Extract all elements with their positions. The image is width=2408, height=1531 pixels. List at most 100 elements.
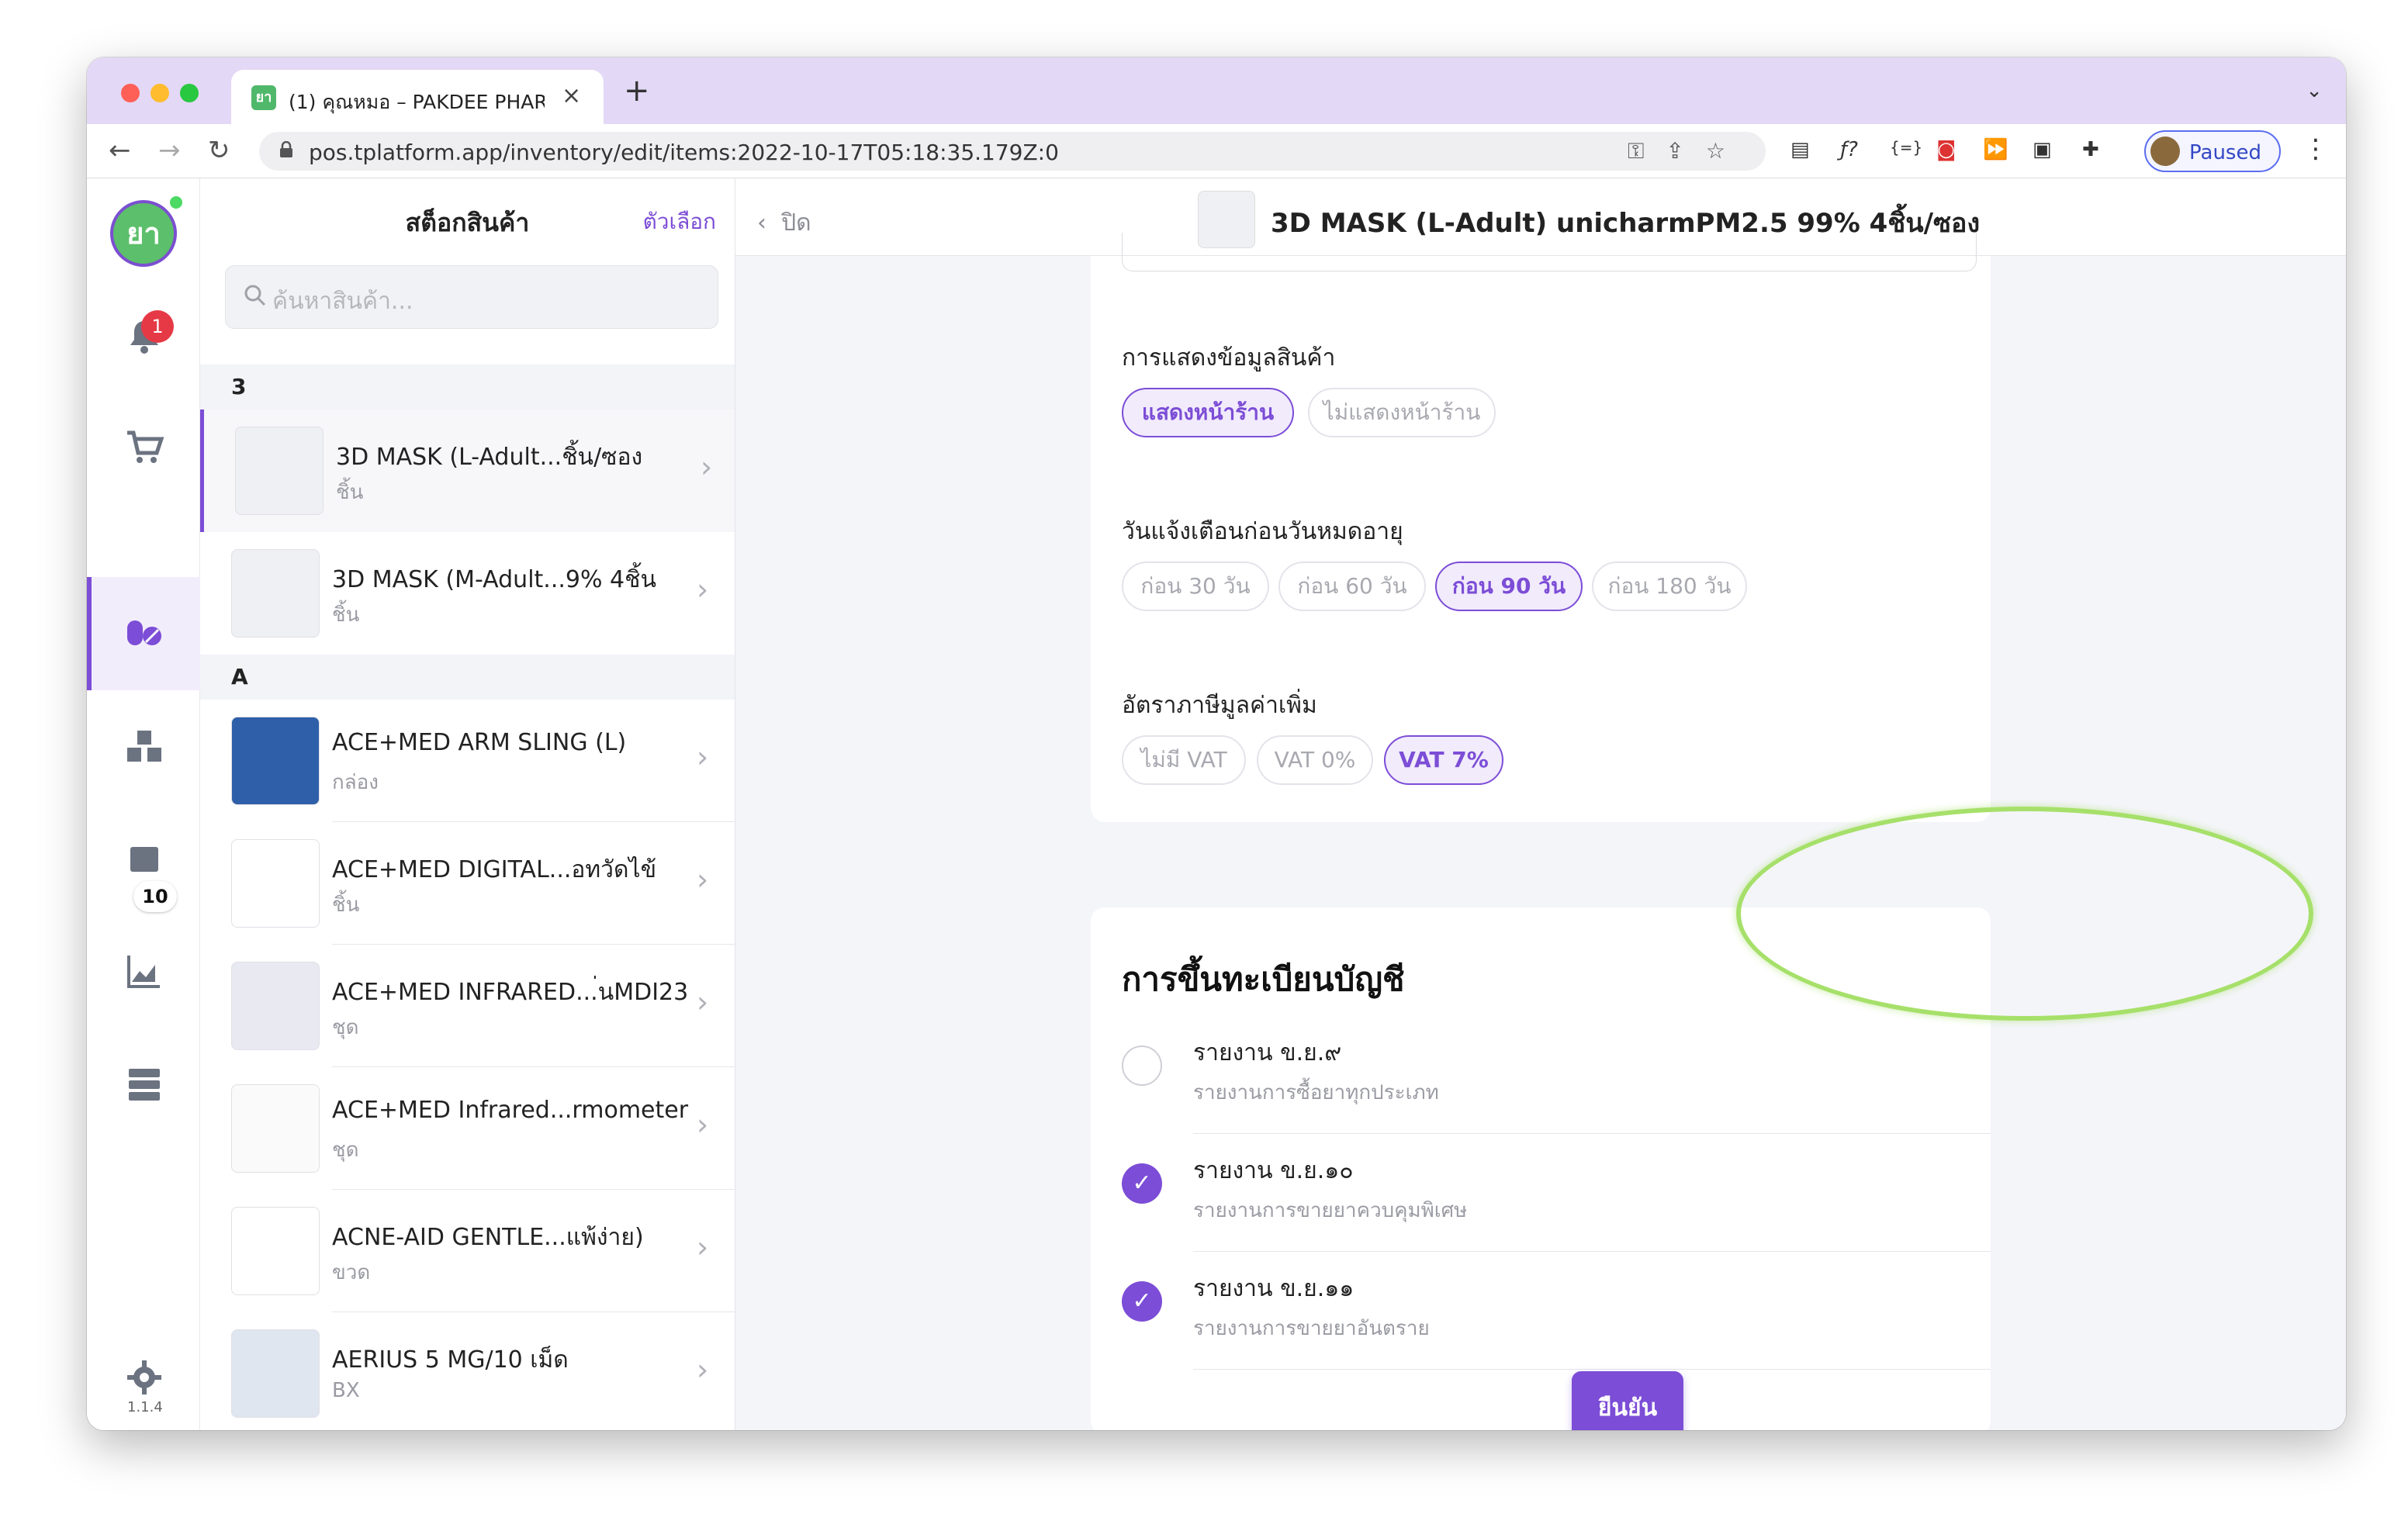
chevron-right-icon: › (697, 985, 709, 1019)
minimize-window-button[interactable] (150, 84, 169, 102)
boxes-icon[interactable] (124, 726, 164, 766)
item-name: ACE+MED Infrared...rmometer (332, 1097, 689, 1124)
tab-close-icon[interactable]: × (562, 82, 581, 109)
search-input[interactable]: ค้นหาสินค้า... (225, 265, 718, 329)
address-bar[interactable]: pos.tplatform.app/inventory/edit/items:2… (259, 132, 1766, 171)
list-item[interactable]: ACE+MED DIGITAL...อทวัดไข้ ชิ้น › (200, 822, 735, 945)
avatar (2150, 137, 2180, 166)
expiry-option-60[interactable]: ก่อน 60 วัน (1278, 562, 1426, 611)
url-text: pos.tplatform.app/inventory/edit/items:2… (309, 140, 1059, 165)
archive-icon[interactable] (124, 836, 164, 876)
registration-title-ky9: รายงาน ข.ย.๙ (1193, 1039, 1342, 1066)
product-thumbnail (231, 962, 320, 1050)
product-thumbnail (231, 1207, 320, 1295)
chart-icon[interactable] (124, 951, 164, 991)
display-option-show[interactable]: แสดงหน้าร้าน (1122, 388, 1294, 437)
search-placeholder: ค้นหาสินค้า... (272, 288, 413, 315)
list-item[interactable]: 3D MASK (M-Adult...9% 4ชิ้น ชิ้น › (200, 532, 735, 655)
expiry-label: วันแจ้งเตือนก่อนวันหมดอายุ (1122, 518, 1403, 545)
cart-icon[interactable] (124, 427, 164, 467)
item-name: ACNE-AID GENTLE...แพ้ง่าย) (332, 1224, 644, 1251)
options-link[interactable]: ตัวเลือก (643, 205, 716, 239)
item-unit: กล่อง (332, 771, 379, 794)
vat-option-none[interactable]: ไม่มี VAT (1122, 735, 1246, 785)
item-name: 3D MASK (L-Adult...ชิ้น/ซอง (336, 444, 643, 471)
omnibox-actions[interactable]: ⚿⇪☆ (1628, 138, 1747, 164)
list-item[interactable]: ACE+MED ARM SLING (L) กล่อง › (200, 700, 735, 822)
tab-search-icon[interactable]: ⌄ (2306, 79, 2323, 102)
registration-row-ky10[interactable]: ✓ รายงาน ข.ย.๑๐ รายงานการขายยาควบคุมพิเศ… (1122, 1134, 1991, 1252)
server-icon[interactable] (124, 1064, 164, 1104)
extensions-icon[interactable]: ✚ (2082, 138, 2099, 161)
close-window-button[interactable] (121, 84, 140, 102)
notification-badge: 1 (141, 310, 174, 343)
back-icon[interactable]: ← (109, 135, 131, 166)
product-thumbnail (231, 1329, 320, 1418)
product-thumbnail (231, 839, 320, 928)
settings-icon[interactable] (124, 1357, 164, 1398)
forward-icon[interactable]: → (158, 135, 181, 166)
profile-button[interactable]: Paused (2144, 130, 2281, 172)
store-logo[interactable]: ยา (110, 200, 177, 267)
section-header: A (200, 655, 735, 700)
registration-title-ky10: รายงาน ข.ย.๑๐ (1193, 1157, 1354, 1184)
browser-tab[interactable]: ยา (1) คุณหมอ – PAKDEE PHARMA × (231, 70, 604, 124)
chevron-right-icon: › (701, 450, 713, 484)
expiry-option-180[interactable]: ก่อน 180 วัน (1592, 562, 1747, 611)
item-unit: ชุด (332, 1016, 359, 1039)
profile-status: Paused (2189, 141, 2261, 164)
checkbox[interactable] (1122, 1045, 1162, 1086)
extension-forward-icon[interactable]: ⏩ (1983, 138, 2008, 161)
chevron-right-icon: › (697, 1230, 709, 1264)
section-header: 3 (200, 365, 735, 410)
extension-record-icon[interactable]: ◙ (1936, 138, 1956, 161)
search-icon (244, 285, 266, 306)
confirm-button[interactable]: ยืนยัน (1572, 1371, 1683, 1430)
key-icon[interactable]: ⚿ (1628, 138, 1666, 164)
checkbox-checked[interactable]: ✓ (1122, 1281, 1162, 1322)
pill-icon[interactable] (124, 613, 164, 653)
item-unit: ชิ้น (336, 481, 364, 504)
item-name: ACE+MED ARM SLING (L) (332, 729, 627, 756)
display-option-hide[interactable]: ไม่แสดงหน้าร้าน (1308, 388, 1496, 437)
checkbox-checked[interactable]: ✓ (1122, 1163, 1162, 1204)
previous-field[interactable] (1122, 233, 1977, 271)
item-unit: ขวด (332, 1261, 371, 1284)
app-area: ยา 1 10 1.1.4 สต็อกสินค้า ตัวเลือก ค้นหา… (87, 178, 2346, 1430)
extension-braces-icon[interactable]: {=} (1890, 138, 1922, 157)
item-unit: ชิ้น (332, 893, 360, 917)
extension-terminal-icon[interactable]: ▣ (2033, 138, 2052, 161)
share-icon[interactable]: ⇪ (1666, 138, 1705, 164)
extension-fx-icon[interactable]: ƒ? (1840, 138, 1858, 161)
star-icon[interactable]: ☆ (1706, 138, 1747, 164)
settings-card: การแสดงข้อมูลสินค้า แสดงหน้าร้าน ไม่แสดง… (1091, 233, 1991, 822)
vat-option-7[interactable]: VAT 7% (1384, 735, 1503, 785)
display-label: การแสดงข้อมูลสินค้า (1122, 344, 1336, 372)
stock-list-panel: สต็อกสินค้า ตัวเลือก ค้นหาสินค้า... 3 3D… (200, 178, 735, 1430)
list-item[interactable]: 3D MASK (L-Adult...ชิ้น/ซอง ชิ้น › (200, 410, 735, 532)
extension-new-icon[interactable]: ▤ (1790, 138, 1810, 161)
registration-row-ky9[interactable]: รายงาน ข.ย.๙ รายงานการซื้อยาทุกประเภท (1122, 1016, 1991, 1134)
app-version: 1.1.4 (127, 1399, 163, 1415)
registration-row-ky11[interactable]: ✓ รายงาน ข.ย.๑๑ รายงานการขายยาอันตราย (1122, 1252, 1991, 1370)
close-button[interactable]: ‹ ปิด (757, 205, 811, 241)
expiry-option-90[interactable]: ก่อน 90 วัน (1435, 562, 1583, 611)
new-tab-button[interactable]: + (624, 73, 650, 109)
chevron-right-icon: › (697, 862, 709, 897)
registration-subtitle-ky9: รายงานการซื้อยาทุกประเภท (1193, 1081, 1439, 1104)
favicon-icon: ยา (251, 85, 276, 110)
online-status-dot (168, 194, 185, 211)
vat-option-0[interactable]: VAT 0% (1257, 735, 1373, 785)
expiry-option-30[interactable]: ก่อน 30 วัน (1122, 562, 1269, 611)
zoom-window-button[interactable] (180, 84, 199, 102)
close-label: ปิด (781, 209, 811, 237)
list-item[interactable]: ACE+MED INFRARED...่นMDI23 ชุด › (200, 945, 735, 1067)
item-name: ACE+MED DIGITAL...อทวัดไข้ (332, 856, 657, 883)
list-item[interactable]: ACE+MED Infrared...rmometer ชุด › (200, 1067, 735, 1190)
registration-subtitle-ky10: รายงานการขายยาควบคุมพิเศษ (1193, 1199, 1468, 1222)
chevron-right-icon: › (697, 740, 709, 774)
menu-icon[interactable]: ⋮ (2302, 133, 2329, 164)
list-item[interactable]: ACNE-AID GENTLE...แพ้ง่าย) ขวด › (200, 1190, 735, 1312)
list-item[interactable]: AERIUS 5 MG/10 เม็ด BX › (200, 1312, 735, 1430)
reload-icon[interactable]: ↻ (208, 135, 230, 166)
